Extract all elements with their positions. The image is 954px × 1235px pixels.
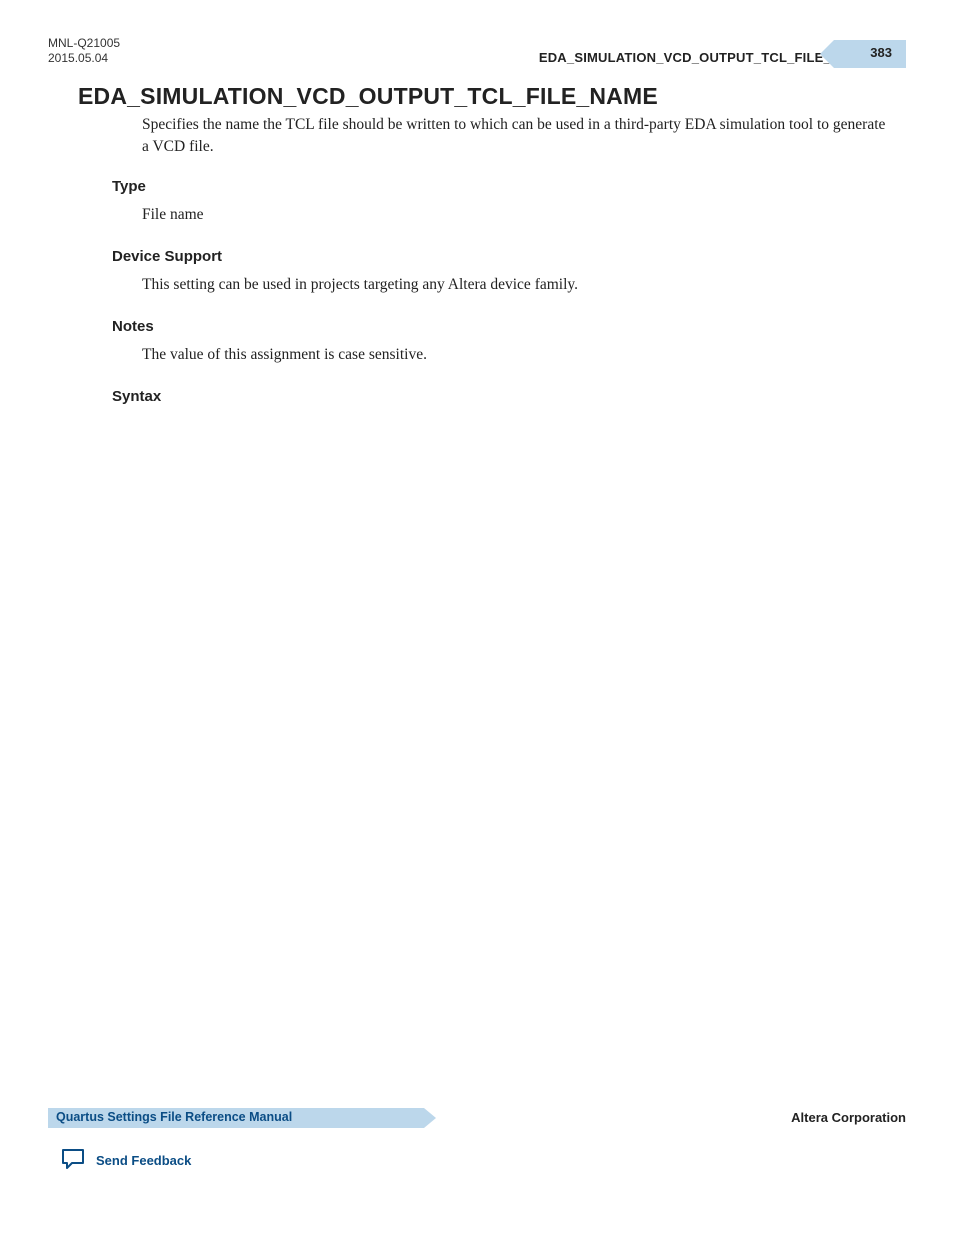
- header-meta: MNL-Q21005 2015.05.04: [48, 36, 120, 66]
- page-description: Specifies the name the TCL file should b…: [142, 114, 894, 159]
- section-body-device-support: This setting can be used in projects tar…: [142, 274, 894, 296]
- section-heading-type: Type: [112, 178, 146, 195]
- page-number-box: 383: [834, 40, 906, 68]
- section-heading-notes: Notes: [112, 318, 154, 335]
- page-number: 383: [870, 45, 892, 60]
- send-feedback-link[interactable]: Send Feedback: [60, 1147, 191, 1174]
- section-heading-syntax: Syntax: [112, 388, 161, 405]
- send-feedback-label: Send Feedback: [96, 1153, 191, 1168]
- footer-company: Altera Corporation: [791, 1110, 906, 1125]
- section-body-type: File name: [142, 204, 894, 226]
- page-title: EDA_SIMULATION_VCD_OUTPUT_TCL_FILE_NAME: [78, 83, 658, 110]
- comment-icon: [60, 1147, 86, 1174]
- section-body-notes: The value of this assignment is case sen…: [142, 344, 894, 366]
- doc-date: 2015.05.04: [48, 51, 120, 66]
- footer-manual-bar: Quartus Settings File Reference Manual: [48, 1108, 424, 1128]
- doc-code: MNL-Q21005: [48, 36, 120, 51]
- footer-manual-name: Quartus Settings File Reference Manual: [56, 1110, 292, 1124]
- section-heading-device-support: Device Support: [112, 248, 222, 265]
